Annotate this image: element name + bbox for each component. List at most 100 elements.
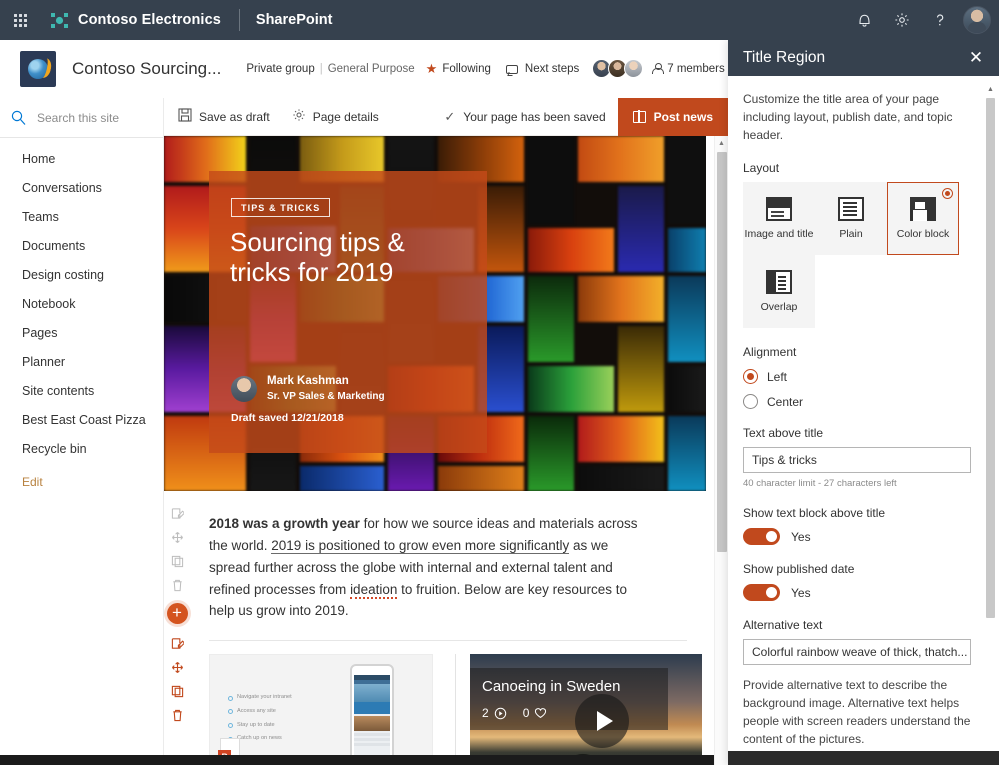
avatar[interactable] xyxy=(963,6,991,34)
file-card[interactable]: Navigate your intranet Access any site S… xyxy=(209,654,433,765)
sidebar-item-notebook[interactable]: Notebook xyxy=(0,289,163,318)
sidebar-item-documents[interactable]: Documents xyxy=(0,231,163,260)
app-launcher-button[interactable] xyxy=(0,0,40,40)
delete-webpart-icon[interactable] xyxy=(166,573,188,597)
edit-webpart-icon[interactable] xyxy=(166,501,188,525)
edit-nav-label: Edit xyxy=(22,475,43,489)
alignment-option-label: Left xyxy=(767,370,787,384)
scroll-up-arrow[interactable]: ▲ xyxy=(715,136,728,150)
page-details-button[interactable]: Page details xyxy=(281,98,390,136)
text-above-title-label: Text above title xyxy=(743,426,971,440)
close-icon[interactable]: ✕ xyxy=(961,43,991,73)
scrollbar-thumb[interactable] xyxy=(717,152,727,552)
show-published-date-toggle[interactable] xyxy=(743,584,780,601)
pane-body: Customize the title area of your page in… xyxy=(728,76,999,751)
sidebar-item-recycle-bin[interactable]: Recycle bin xyxy=(0,434,163,463)
video-card[interactable]: Canoeing in Sweden 2 xyxy=(470,654,702,765)
layout-option-overlap[interactable]: Overlap xyxy=(743,255,815,328)
layout-overlap-icon xyxy=(766,270,792,294)
app-name[interactable]: SharePoint xyxy=(256,12,333,28)
edit-nav-button[interactable]: Edit xyxy=(0,467,163,496)
alternative-text-label: Alternative text xyxy=(743,618,971,632)
layout-option-color-block[interactable]: Color block xyxy=(887,182,959,255)
move-webpart-icon[interactable] xyxy=(166,655,188,679)
post-news-button[interactable]: Post news xyxy=(618,98,728,136)
sidebar-item-design-costing[interactable]: Design costing xyxy=(0,260,163,289)
avatar[interactable] xyxy=(624,59,643,78)
pane-footer xyxy=(728,751,999,765)
layout-option-plain[interactable]: Plain xyxy=(815,182,887,255)
author-name: Mark Kashman xyxy=(267,374,385,390)
video-title: Canoeing in Sweden xyxy=(482,678,620,695)
text-above-title-input[interactable]: Tips & tricks xyxy=(743,447,971,473)
delete-webpart-icon[interactable] xyxy=(166,703,188,727)
canvas-scrollbar[interactable]: ▲ ▼ xyxy=(714,136,728,765)
bullet-label: Catch up on news xyxy=(237,732,282,746)
scrollbar-thumb[interactable] xyxy=(986,98,995,618)
nav-label: Design costing xyxy=(22,268,104,282)
pane-scrollbar[interactable]: ▲ xyxy=(986,86,995,739)
site-classification: General Purpose xyxy=(328,63,415,75)
alternative-text-input[interactable]: Colorful rainbow weave of thick, thatch.… xyxy=(743,639,971,665)
video-stats: 2 0 xyxy=(482,706,547,720)
bullet-label: Access any site xyxy=(237,705,276,719)
following-button[interactable]: ★ Following xyxy=(426,62,491,75)
sidebar-item-pages[interactable]: Pages xyxy=(0,318,163,347)
body-hyperlink[interactable]: 2019 is positioned to grow even more sig… xyxy=(271,538,569,554)
nav-list: Home Conversations Teams Documents Desig… xyxy=(0,138,163,496)
layout-option-image-and-title[interactable]: Image and title xyxy=(743,182,815,255)
sharepoint-page-editor: Contoso Electronics SharePoint xyxy=(0,0,999,765)
org-name[interactable]: Contoso Electronics xyxy=(78,12,221,28)
members-button[interactable]: 7 members xyxy=(652,63,725,75)
duplicate-webpart-icon[interactable] xyxy=(166,549,188,573)
search-input[interactable]: Search this site xyxy=(0,98,163,138)
alignment-option-center[interactable]: Center xyxy=(743,394,971,409)
page-title[interactable]: Sourcing tips & tricks for 2019 xyxy=(230,227,470,288)
save-as-draft-button[interactable]: Save as draft xyxy=(164,98,281,136)
member-avatars[interactable] xyxy=(592,59,640,78)
gear-icon[interactable] xyxy=(883,0,921,40)
sidebar-item-site-contents[interactable]: Site contents xyxy=(0,376,163,405)
video-card-column: Canoeing in Sweden 2 xyxy=(470,654,702,765)
layout-selected-radio xyxy=(942,188,953,199)
site-header: Contoso Sourcing... Private group | Gene… xyxy=(0,40,728,98)
bell-icon[interactable] xyxy=(845,0,883,40)
title-region-property-pane: Title Region ✕ Customize the title area … xyxy=(728,40,999,765)
page-body-text[interactable]: 2018 was a growth year for how we source… xyxy=(164,491,684,622)
alignment-option-left[interactable]: Left xyxy=(743,369,971,384)
content-cards: Navigate your intranet Access any site S… xyxy=(209,654,728,765)
nav-label: Pages xyxy=(22,326,57,340)
show-text-block-toggle-row: Yes xyxy=(743,528,971,545)
next-steps-button[interactable]: Next steps xyxy=(506,63,579,75)
scroll-up-arrow[interactable]: ▲ xyxy=(986,84,995,95)
site-logo-icon[interactable] xyxy=(20,51,56,87)
layout-option-label: Overlap xyxy=(761,301,798,313)
sidebar-item-teams[interactable]: Teams xyxy=(0,202,163,231)
radio-icon xyxy=(743,394,758,409)
meta-separator: | xyxy=(320,63,323,75)
sidebar-item-best-east-coast-pizza[interactable]: Best East Coast Pizza xyxy=(0,405,163,434)
megaphone-icon xyxy=(506,64,519,73)
webpart-toolbar: + xyxy=(164,501,191,727)
question-icon[interactable] xyxy=(921,0,959,40)
topic-header[interactable]: TIPS & TRICKS xyxy=(231,198,330,217)
move-webpart-icon[interactable] xyxy=(166,525,188,549)
show-published-date-toggle-row: Yes xyxy=(743,584,971,601)
sidebar-item-home[interactable]: Home xyxy=(0,144,163,173)
play-button-icon[interactable] xyxy=(575,694,629,748)
sidebar-item-conversations[interactable]: Conversations xyxy=(0,173,163,202)
site-title[interactable]: Contoso Sourcing... xyxy=(72,59,221,79)
sidebar-item-planner[interactable]: Planner xyxy=(0,347,163,376)
page-canvas: Save as draft Page details ✓ Your page h… xyxy=(164,98,728,765)
nav-label: Notebook xyxy=(22,297,76,311)
add-webpart-icon[interactable]: + xyxy=(167,603,188,624)
title-region-hero[interactable]: TIPS & TRICKS Sourcing tips & tricks for… xyxy=(164,136,706,491)
radio-icon xyxy=(743,369,758,384)
edit-webpart-icon[interactable] xyxy=(166,631,188,655)
nav-label: Site contents xyxy=(22,384,94,398)
show-text-block-toggle[interactable] xyxy=(743,528,780,545)
save-icon xyxy=(178,108,192,125)
duplicate-webpart-icon[interactable] xyxy=(166,679,188,703)
save-status: ✓ Your page has been saved xyxy=(444,109,617,125)
author-role: Sr. VP Sales & Marketing xyxy=(267,390,385,404)
